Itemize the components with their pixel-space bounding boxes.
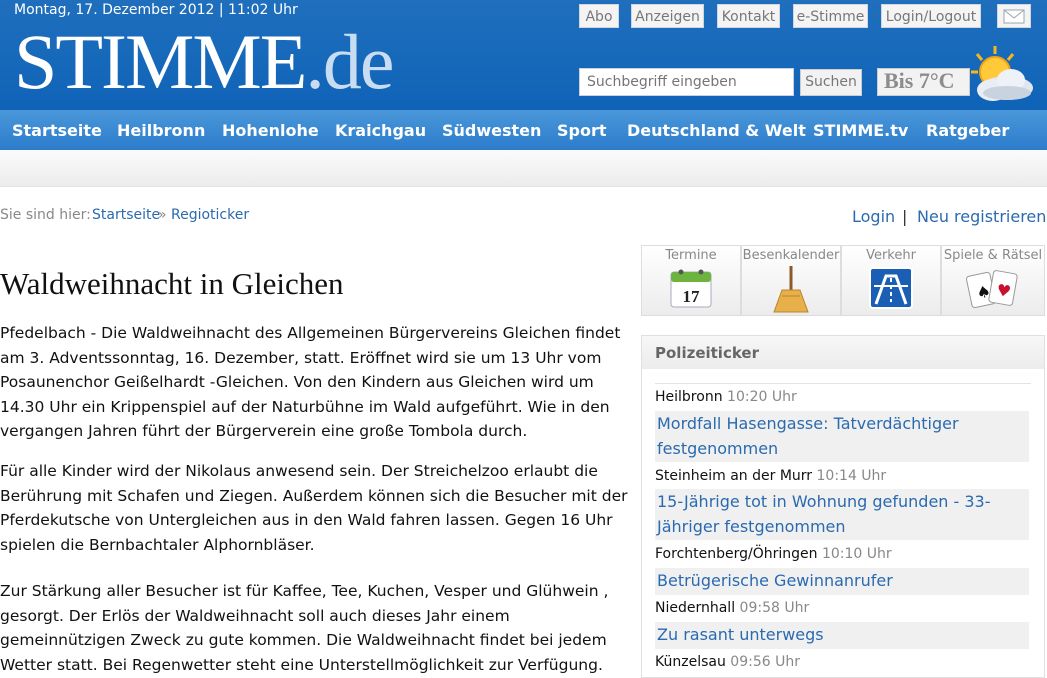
ticker-place: Heilbronn xyxy=(655,389,723,405)
ticker-headline-link[interactable]: Mordfall Hasengasse: Tatverdächtiger fes… xyxy=(655,411,1029,462)
search-button[interactable]: Suchen xyxy=(800,69,862,96)
register-link[interactable]: Neu registrieren xyxy=(917,207,1046,226)
ticker-headline-link[interactable]: Zu rasant unterwegs xyxy=(655,622,1029,649)
ticker-item-meta: Künzelsau 09:56 Uhr xyxy=(655,654,800,670)
nav-item-kraichgau[interactable]: Kraichgau xyxy=(335,121,426,140)
broom-icon xyxy=(773,266,809,313)
breadcrumb-startseite[interactable]: Startseite xyxy=(92,207,160,223)
nav-item-heilbronn[interactable]: Heilbronn xyxy=(117,121,205,140)
nav-item-sport[interactable]: Sport xyxy=(557,121,607,140)
calendar-icon: 17 xyxy=(670,269,712,308)
tile-label: Verkehr xyxy=(866,248,916,263)
calendar-day: 17 xyxy=(683,287,701,306)
ticker-place: Künzelsau xyxy=(655,654,726,670)
ticker-place: Forchtenberg/Öhringen xyxy=(655,546,818,562)
ticker-place: Steinheim an der Murr xyxy=(655,468,813,484)
anzeigen-button[interactable]: Anzeigen xyxy=(631,4,704,28)
logo-main: STIMME xyxy=(14,18,307,105)
ticker-time: 09:56 Uhr xyxy=(730,654,800,670)
nav-item-suedwesten[interactable]: Südwesten xyxy=(442,121,541,140)
logo-tld: .de xyxy=(305,18,394,105)
ticker-time: 10:20 Uhr xyxy=(727,389,797,405)
tile-besenkalender[interactable]: Besenkalender xyxy=(741,245,841,316)
ticker-item-meta: Steinheim an der Murr 10:14 Uhr xyxy=(655,468,886,484)
article-paragraph: Für alle Kinder wird der Nikolaus anwese… xyxy=(0,462,628,554)
ticker-item-meta: Niedernhall 09:58 Uhr xyxy=(655,600,809,616)
ticker-item-meta: Heilbronn 10:20 Uhr xyxy=(655,389,797,405)
kontakt-button[interactable]: Kontakt xyxy=(717,4,780,28)
article-title: Waldweihnacht in Gleichen xyxy=(0,266,344,301)
ticker-headline-link[interactable]: 15-Jährige tot in Wohnung gefunden - 33-… xyxy=(655,489,1029,540)
mail-button[interactable] xyxy=(997,4,1031,28)
breadcrumb-separator: » xyxy=(158,207,167,223)
nav-item-startseite[interactable]: Startseite xyxy=(12,121,102,140)
ticker-item-meta: Forchtenberg/Öhringen 10:10 Uhr xyxy=(655,546,892,562)
ticker-headline-link[interactable]: Betrügerische Gewinnanrufer xyxy=(655,568,1029,595)
search-input[interactable] xyxy=(579,68,794,96)
ticker-title: Polizeiticker xyxy=(655,344,759,362)
sun-cloud-icon xyxy=(971,46,1033,101)
mail-icon xyxy=(1003,9,1025,24)
weather-temperature: Bis 7°C xyxy=(884,68,955,93)
breadcrumb-label: Sie sind hier: xyxy=(0,207,91,223)
ticker-header: Polizeiticker xyxy=(642,336,1044,369)
service-tiles: Termine 17 Besenkalender Verkehr Spiele … xyxy=(641,245,1045,317)
breadcrumb-regioticker[interactable]: Regioticker xyxy=(171,207,249,223)
weather-widget[interactable]: Bis 7°C xyxy=(877,68,970,96)
site-header: Montag, 17. Dezember 2012 | 11:02 Uhr ST… xyxy=(0,0,1047,110)
login-link[interactable]: Login xyxy=(852,207,895,226)
ticker-time: 09:58 Uhr xyxy=(739,600,810,616)
abo-button[interactable]: Abo xyxy=(579,4,619,28)
tile-spiele-raetsel[interactable]: Spiele & Rätsel ♠ ♥ xyxy=(941,245,1045,316)
tile-verkehr[interactable]: Verkehr xyxy=(841,245,941,316)
article-paragraph: Pfedelbach - Die Waldweihnacht des Allge… xyxy=(0,324,621,440)
nav-item-stimme-tv[interactable]: STIMME.tv xyxy=(813,121,908,140)
e-stimme-button[interactable]: e-Stimme xyxy=(793,4,868,28)
account-separator: | xyxy=(902,207,908,226)
tile-label: Termine xyxy=(665,248,717,263)
ticker-place: Niedernhall xyxy=(655,600,736,616)
tile-termine[interactable]: Termine 17 xyxy=(641,245,741,316)
main-navigation: Startseite Heilbronn Hohenlohe Kraichgau… xyxy=(0,110,1047,150)
nav-item-ratgeber[interactable]: Ratgeber xyxy=(926,121,1009,140)
site-logo[interactable]: STIMME.de xyxy=(14,22,394,102)
current-date: Montag, 17. Dezember 2012 | 11:02 Uhr xyxy=(14,2,298,18)
nav-item-hohenlohe[interactable]: Hohenlohe xyxy=(222,121,319,140)
article-paragraph: Zur Stärkung aller Besucher ist für Kaff… xyxy=(0,582,609,674)
playing-cards-icon: ♠ ♥ xyxy=(965,270,1018,309)
sub-navigation-bar xyxy=(0,150,1047,187)
divider xyxy=(655,383,1031,384)
tile-label: Spiele & Rätsel xyxy=(943,248,1043,263)
ticker-time: 10:10 Uhr xyxy=(821,546,892,562)
tile-label: Besenkalender xyxy=(742,248,840,263)
login-logout-button[interactable]: Login/Logout xyxy=(881,4,981,28)
ticker-time: 10:14 Uhr xyxy=(816,468,887,484)
highway-sign-icon xyxy=(869,267,913,309)
nav-item-deutschland-welt[interactable]: Deutschland & Welt xyxy=(627,121,806,140)
